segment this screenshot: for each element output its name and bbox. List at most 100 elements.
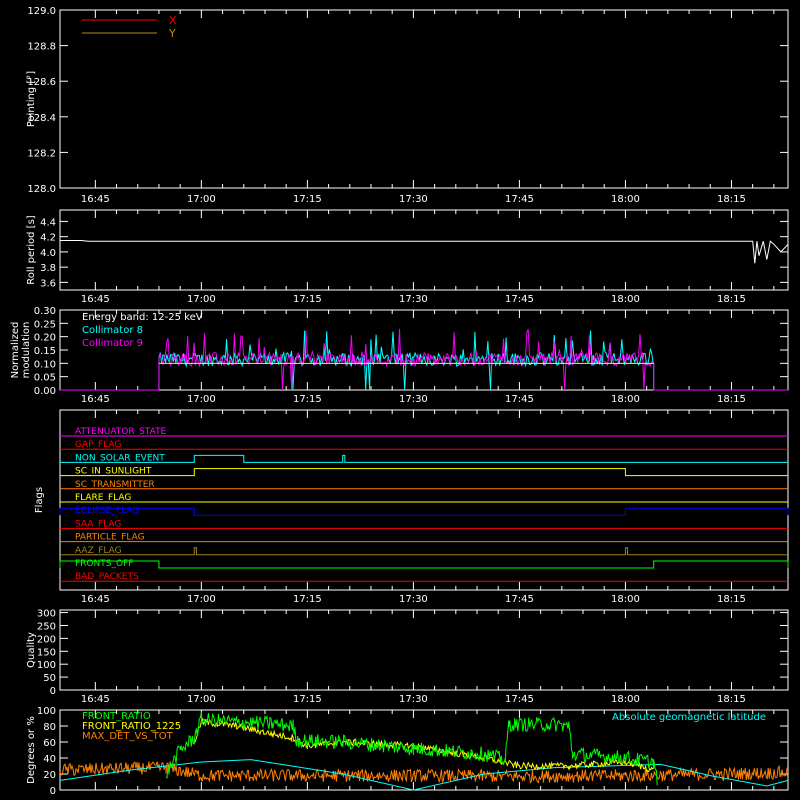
y-tick-label: 128.0 xyxy=(27,184,56,195)
plot-frame xyxy=(59,609,789,691)
y-tick-label: 0.30 xyxy=(34,306,56,317)
x-tick-label: 17:00 xyxy=(187,594,216,605)
y-tick-label: 3.8 xyxy=(40,263,56,274)
x-tick-label: 18:15 xyxy=(717,194,746,205)
flag-line-fronts-off xyxy=(59,560,789,569)
x-tick-label: 17:45 xyxy=(505,194,534,205)
y-tick-label: 60 xyxy=(43,738,56,749)
y-tick-label: 100 xyxy=(37,706,56,717)
x-tick-label: 18:15 xyxy=(717,294,746,305)
y-tick-label: 0 xyxy=(50,786,56,797)
y-axis-label: Pointing [°] xyxy=(26,71,37,127)
plot-frame xyxy=(59,409,789,591)
x-tick-label: 16:45 xyxy=(81,594,110,605)
flag-label: SAA_FLAG xyxy=(75,519,121,529)
y-tick-label: 20 xyxy=(43,770,56,781)
x-tick-label: 17:15 xyxy=(293,694,322,705)
x-tick-label: 17:15 xyxy=(293,294,322,305)
plot-frame xyxy=(59,209,789,291)
x-tick-label: 16:45 xyxy=(81,394,110,405)
panel-roll: 16:45 17:00 17:15 17:30 17:45 18:00 18:15 3.6 3.… xyxy=(26,209,789,305)
y-tick-label: 128.2 xyxy=(27,148,56,159)
y-tick-label: 80 xyxy=(43,722,56,733)
y-axis-label: Quality xyxy=(26,632,37,668)
x-tick-label: 18:00 xyxy=(611,594,640,605)
x-tick-label: 17:45 xyxy=(505,594,534,605)
flag-label: NON_SOLAR_EVENT xyxy=(75,453,165,463)
y-axis-label: Flags xyxy=(34,487,45,513)
flag-label: AAZ_FLAG xyxy=(75,546,122,556)
series-line-collimator-9 xyxy=(60,328,788,391)
panel-pointing: 16:45 17:00 17:15 17:30 17:45 18:00 18:15 128.0… xyxy=(26,6,789,205)
flag-label: ATTENUATOR_STATE xyxy=(75,427,167,437)
x-tick-label: 17:45 xyxy=(505,394,534,405)
legend-label: X xyxy=(169,14,177,27)
panel-modulation: 16:45 17:00 17:15 17:30 17:45 18:00 18:15 0.00 0… xyxy=(10,306,789,405)
y-tick-label: 200 xyxy=(37,634,56,645)
x-tick-label: 18:00 xyxy=(611,194,640,205)
x-tick-label: 17:30 xyxy=(399,594,428,605)
x-tick-label: 18:15 xyxy=(717,594,746,605)
flag-label: FLARE_FLAG xyxy=(75,493,131,503)
x-tick-label: 18:00 xyxy=(611,694,640,705)
flag-line-aaz-flag xyxy=(60,547,788,556)
legend-label: Collimator 9 xyxy=(82,338,143,349)
y-tick-label: 0.15 xyxy=(34,346,56,357)
y-tick-label: 40 xyxy=(43,754,56,765)
flag-label: ECLIPSE_FLAG xyxy=(75,506,139,516)
flag-line-sc-in-sunlight xyxy=(60,468,788,477)
y-tick-label: 4.0 xyxy=(40,248,56,259)
y-tick-label: 0.05 xyxy=(34,373,56,384)
x-tick-label: 18:00 xyxy=(611,294,640,305)
x-tick-label: 17:15 xyxy=(293,394,322,405)
y-tick-label: 4.2 xyxy=(40,233,56,244)
y-tick-label: 0.25 xyxy=(34,319,56,330)
x-tick-label: 17:30 xyxy=(399,694,428,705)
y-tick-label: 0.20 xyxy=(34,333,56,344)
x-tick-label: 17:00 xyxy=(187,294,216,305)
x-tick-label: 17:30 xyxy=(399,194,428,205)
flag-label: PARTICLE_FLAG xyxy=(75,533,145,543)
x-tick-label: 17:00 xyxy=(187,694,216,705)
x-tick-label: 17:00 xyxy=(187,394,216,405)
legend-label: MAX_DET_VS_TOT xyxy=(82,731,174,742)
panel-quality: 16:45 17:00 17:15 17:30 17:45 18:00 18:15 0 50 10… xyxy=(26,609,789,705)
y-tick-label: 3.6 xyxy=(40,278,56,289)
series-line-roll xyxy=(60,240,789,264)
y-tick-label: 100 xyxy=(37,660,56,671)
flag-line-eclipse-flag xyxy=(59,507,789,516)
x-tick-label: 17:00 xyxy=(187,194,216,205)
legend-label: Absolute geomagnetic latitude xyxy=(612,712,766,723)
y-tick-label: 150 xyxy=(37,647,56,658)
panel-flags: 16:45 17:00 17:15 17:30 17:45 18:00 18:15 Flags… xyxy=(34,409,789,605)
x-tick-label: 17:45 xyxy=(505,294,534,305)
rhessi-quicklook-plot: 16:45 17:00 17:15 17:30 17:45 18:00 18:15 128.0… xyxy=(10,6,789,797)
x-tick-label: 18:15 xyxy=(717,394,746,405)
flag-label: FRONTS_OFF xyxy=(75,559,133,569)
y-tick-label: 50 xyxy=(43,673,56,684)
x-tick-label: 17:45 xyxy=(505,694,534,705)
y-tick-label: 4.4 xyxy=(40,217,56,228)
flag-line-non-solar-event xyxy=(60,454,788,463)
panel-front_ratio: 020406080100Degrees or % FRONT_RATIOFRONT… xyxy=(26,706,789,797)
x-tick-label: 17:15 xyxy=(293,194,322,205)
y-tick-label: 0 xyxy=(50,686,56,697)
y-axis-label: Roll period [s] xyxy=(26,215,37,284)
y-tick-label: 129.0 xyxy=(27,6,56,17)
series-line-absolute-geomagnetic-latitude xyxy=(59,759,789,791)
y-tick-label: 0.00 xyxy=(34,386,56,397)
y-axis-label: Normalized xyxy=(10,322,21,379)
x-tick-label: 17:30 xyxy=(399,294,428,305)
x-tick-label: 18:00 xyxy=(611,394,640,405)
flag-label: SC_TRANSMITTER xyxy=(75,480,155,490)
x-tick-label: 17:30 xyxy=(399,394,428,405)
energy-band-annotation: Energy band: 12-25 keV xyxy=(82,312,203,323)
y-tick-label: 0.10 xyxy=(34,359,56,370)
flag-label: SC_IN_SUNLIGHT xyxy=(75,467,152,477)
x-tick-label: 17:15 xyxy=(293,594,322,605)
legend-label: Y xyxy=(168,27,176,40)
x-tick-label: 16:45 xyxy=(81,294,110,305)
x-tick-label: 16:45 xyxy=(81,194,110,205)
y-tick-label: 250 xyxy=(37,621,56,632)
legend-label: Collimator 8 xyxy=(82,325,143,336)
